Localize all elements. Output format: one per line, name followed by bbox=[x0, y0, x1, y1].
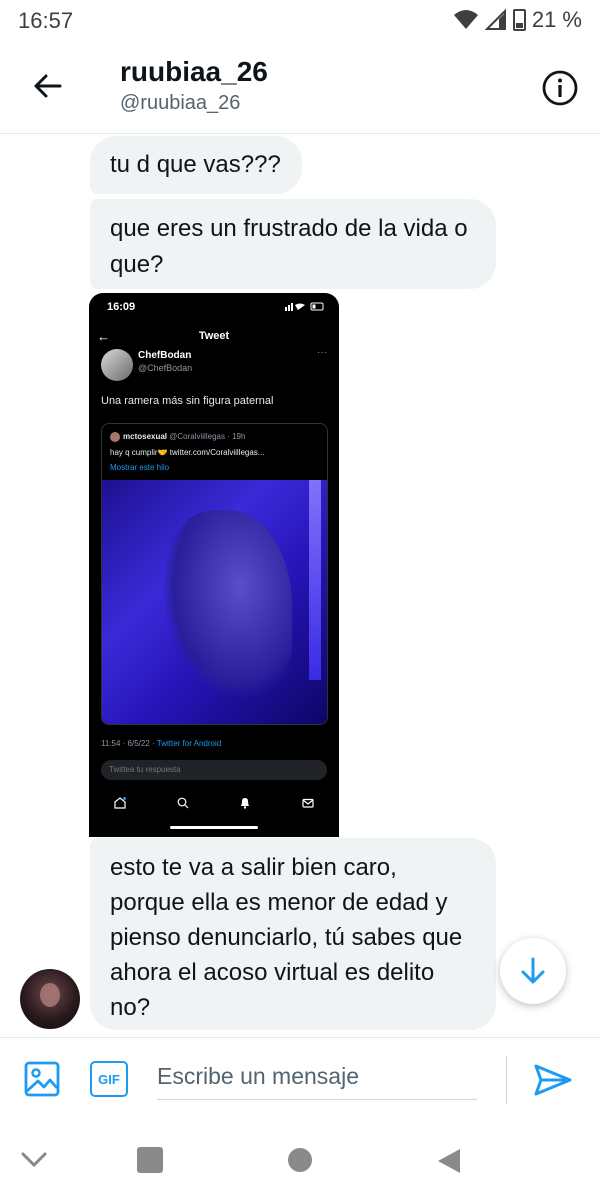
shot-search-icon bbox=[177, 797, 189, 809]
send-button[interactable] bbox=[530, 1058, 574, 1102]
shot-quoted-avatar bbox=[110, 432, 120, 442]
nav-back-button[interactable] bbox=[436, 1147, 462, 1180]
message-composer: GIF bbox=[0, 1037, 600, 1119]
message-image[interactable]: 16:09 ← Tweet ChefBodan @ChefBodan ··· U… bbox=[89, 293, 339, 837]
shot-author-handle: @ChefBodan bbox=[138, 363, 193, 373]
shot-tweet-text: Una ramera más sin figura paternal bbox=[101, 395, 274, 407]
circle-icon bbox=[288, 1148, 312, 1172]
chevron-down-icon bbox=[21, 1152, 47, 1168]
shot-meta: 11:54 · 6/5/22 · Twitter for Android bbox=[101, 739, 222, 748]
message-bubble[interactable]: que eres un frustrado de la vida o que? bbox=[90, 199, 496, 289]
shot-header: Tweet bbox=[198, 330, 230, 342]
shot-quoted-header: mctosexual @Coralviillegas · 19h bbox=[123, 432, 246, 441]
gif-button[interactable]: GIF bbox=[90, 1061, 128, 1097]
shot-quoted-link: Mostrar este hilo bbox=[110, 463, 170, 472]
status-time: 16:57 bbox=[18, 8, 74, 33]
message-bubble[interactable]: tu d que vas??? bbox=[90, 136, 302, 194]
shot-author-name: ChefBodan bbox=[138, 350, 192, 361]
shot-more-icon: ··· bbox=[317, 347, 327, 358]
conversation-header: ruubiaa_26 @ruubiaa_26 bbox=[0, 42, 600, 134]
info-button[interactable] bbox=[540, 68, 580, 108]
arrow-down-icon bbox=[521, 957, 545, 984]
shot-home-icon bbox=[114, 797, 127, 809]
image-icon bbox=[24, 1061, 60, 1097]
shot-reply-field: Twittea tu respuesta bbox=[101, 760, 327, 780]
signal-icon bbox=[484, 9, 506, 30]
scroll-to-bottom-button[interactable] bbox=[500, 938, 566, 1004]
nav-recents-button[interactable] bbox=[137, 1147, 163, 1178]
composer-divider bbox=[506, 1056, 507, 1104]
conversation-handle: @ruubiaa_26 bbox=[120, 92, 241, 114]
wifi-icon bbox=[453, 10, 478, 29]
nav-chevron-button[interactable] bbox=[20, 1151, 48, 1174]
shot-status-time: 16:09 bbox=[107, 301, 136, 313]
send-icon bbox=[534, 1064, 572, 1096]
avatar[interactable] bbox=[20, 969, 80, 1029]
status-icons: 21 % bbox=[453, 7, 582, 33]
status-bar: 16:57 21 % bbox=[0, 0, 600, 42]
nav-home-button[interactable] bbox=[287, 1147, 313, 1178]
shot-status-icons bbox=[285, 302, 324, 311]
shot-home-indicator bbox=[170, 826, 258, 829]
shot-quoted-tweet: mctosexual @Coralviillegas · 19h hay q c… bbox=[101, 423, 328, 725]
info-icon bbox=[542, 70, 578, 106]
system-nav-bar bbox=[0, 1125, 600, 1200]
message-input[interactable] bbox=[157, 1054, 477, 1100]
arrow-left-icon bbox=[34, 74, 62, 98]
battery-level: 21 % bbox=[531, 7, 582, 32]
back-button[interactable] bbox=[28, 66, 68, 106]
shot-mail-icon bbox=[302, 798, 314, 808]
shot-bottom-nav bbox=[89, 793, 339, 813]
conversation-title: ruubiaa_26 bbox=[120, 56, 268, 87]
shot-quoted-text: hay q cumplir🤝 twitter.com/Coralviillega… bbox=[110, 448, 265, 457]
battery-icon bbox=[512, 9, 526, 31]
shot-avatar bbox=[101, 349, 133, 381]
triangle-back-icon bbox=[438, 1149, 460, 1173]
shot-bell-icon bbox=[241, 798, 250, 809]
message-bubble[interactable]: esto te va a salir bien caro, porque ell… bbox=[90, 838, 496, 1030]
square-icon bbox=[137, 1147, 163, 1173]
add-media-button[interactable] bbox=[24, 1061, 60, 1097]
shot-quoted-photo bbox=[102, 480, 327, 724]
